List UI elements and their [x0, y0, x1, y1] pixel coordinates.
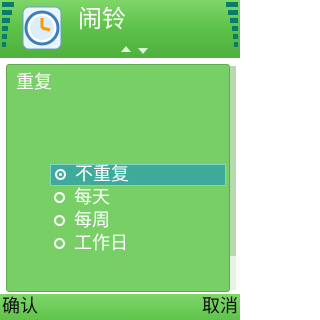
option-label: 不重复	[75, 164, 129, 185]
title-bar: 闹铃	[0, 0, 240, 58]
clock-icon	[22, 6, 62, 50]
option-workdays[interactable]: 工作日	[50, 233, 226, 255]
radio-unselected-icon	[54, 215, 65, 226]
radio-selected-icon	[55, 169, 66, 180]
panel-title: 重复	[16, 72, 52, 93]
repeat-options-list: 不重复 每天 每周 工作日	[50, 164, 226, 256]
softkey-bar: 确认 取消	[0, 294, 240, 320]
option-label: 每天	[74, 187, 110, 208]
scrollbar[interactable]	[230, 66, 236, 290]
battery-level-icon	[226, 2, 238, 47]
radio-unselected-icon	[54, 192, 65, 203]
radio-unselected-icon	[54, 238, 65, 249]
navigation-arrows[interactable]	[86, 42, 166, 58]
cancel-softkey[interactable]: 取消	[202, 296, 238, 318]
signal-strength-icon	[2, 2, 14, 47]
option-weekly[interactable]: 每周	[50, 210, 226, 232]
option-no-repeat[interactable]: 不重复	[50, 164, 226, 186]
scrollbar-thumb[interactable]	[230, 66, 236, 256]
option-label: 每周	[74, 210, 110, 231]
option-label: 工作日	[74, 233, 128, 254]
app-title: 闹铃	[78, 5, 126, 33]
option-daily[interactable]: 每天	[50, 187, 226, 209]
confirm-softkey[interactable]: 确认	[2, 296, 38, 318]
